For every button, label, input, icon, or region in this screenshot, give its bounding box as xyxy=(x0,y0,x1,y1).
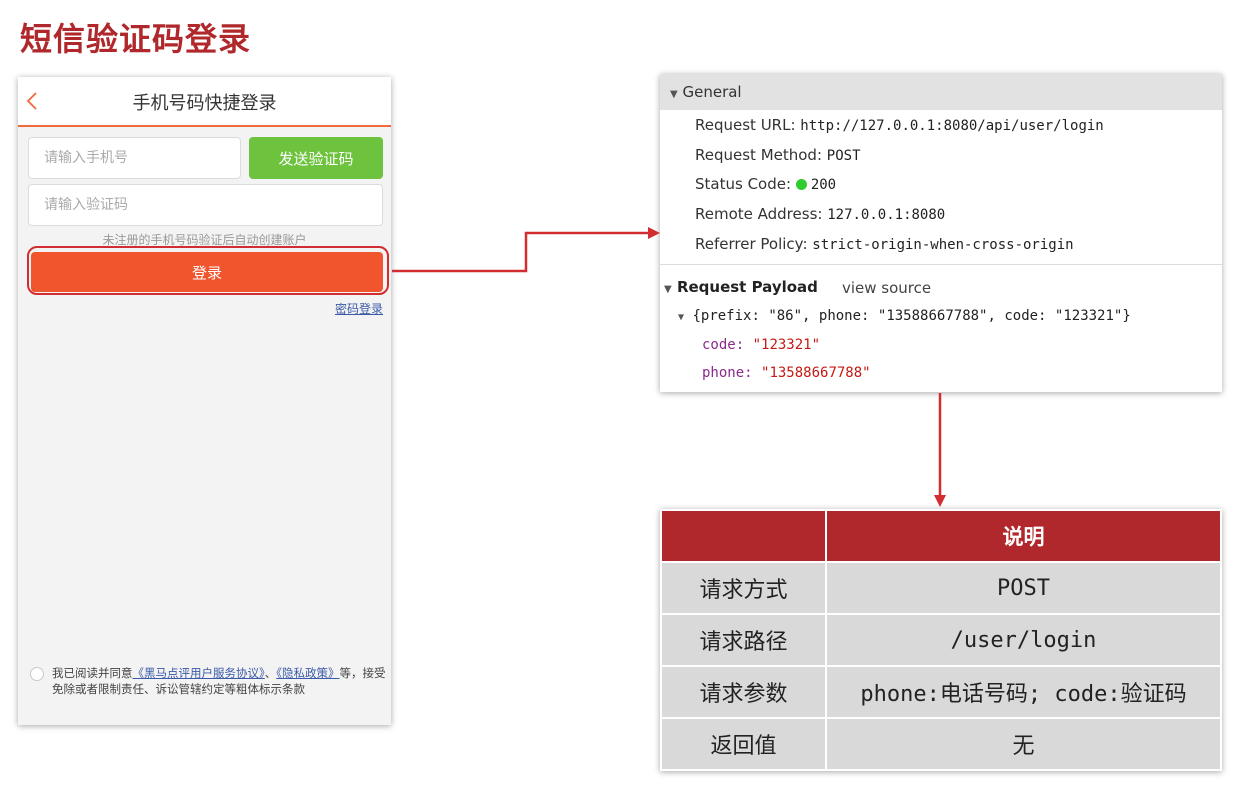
arrowhead-icon xyxy=(934,495,946,507)
connector-arrows xyxy=(392,227,946,507)
arrowhead-icon xyxy=(648,227,660,239)
login-to-request-arrow xyxy=(392,231,650,273)
